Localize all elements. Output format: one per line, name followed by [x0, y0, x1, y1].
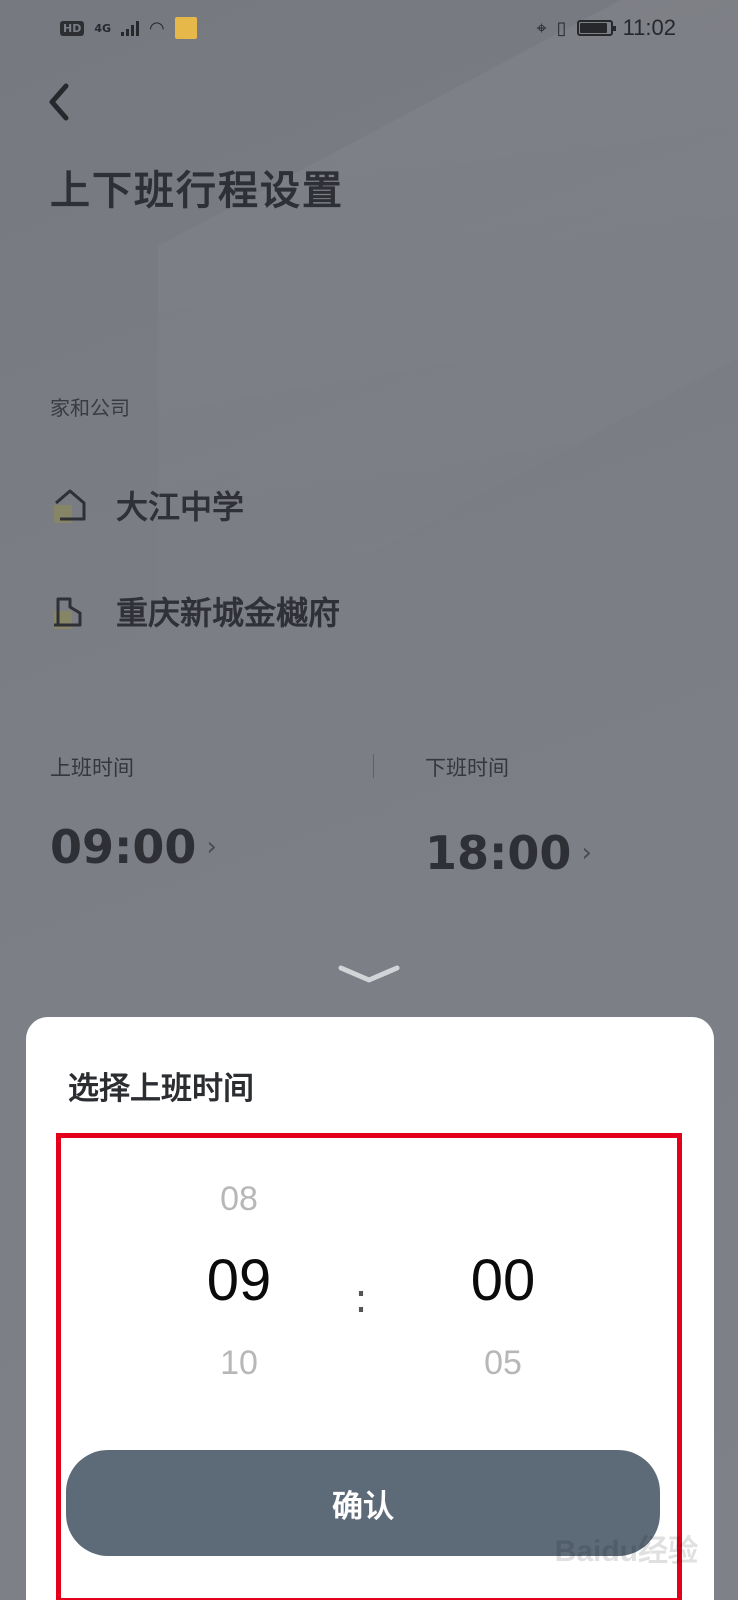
- sheet-title: 选择上班时间: [68, 1071, 254, 1107]
- hour-option-prev[interactable]: 08: [159, 1158, 319, 1240]
- signal-icon: [121, 20, 140, 36]
- work-place-name: 重庆新城金樾府: [116, 594, 341, 632]
- work-place-row[interactable]: 重庆新城金樾府: [50, 588, 340, 634]
- home-place-name: 大江中学: [116, 488, 245, 526]
- status-time: 11:02: [622, 15, 676, 40]
- location-icon: ⌖: [536, 17, 547, 39]
- app-notification-icon: [174, 17, 197, 39]
- battery-icon: [576, 20, 616, 36]
- end-time-value: 18:00: [425, 826, 572, 880]
- minute-option-next[interactable]: 05: [423, 1322, 583, 1404]
- status-right: ⌖ ▯ 11:02: [537, 15, 676, 41]
- start-time-selector[interactable]: 09:00 ›: [50, 820, 217, 874]
- time-picker-sheet: 选择上班时间 08 09 10 : 00 05 确认: [26, 1017, 714, 1600]
- section-label: 家和公司: [50, 396, 130, 420]
- minute-option-selected[interactable]: 00: [423, 1240, 583, 1322]
- hour-option-next[interactable]: 10: [159, 1322, 319, 1404]
- minute-wheel[interactable]: 00 05: [423, 1158, 583, 1404]
- watermark: Baidu经验: [554, 1535, 698, 1568]
- status-left: HD 4G ◠: [60, 17, 197, 39]
- end-time-selector[interactable]: 18:00 ›: [425, 826, 592, 880]
- start-time-value: 09:00: [50, 820, 197, 874]
- collapse-sheet-icon[interactable]: [337, 962, 401, 986]
- end-time-label: 下班时间: [425, 756, 509, 780]
- chevron-right-icon: ›: [581, 838, 592, 868]
- time-divider: [373, 754, 374, 778]
- home-place-row[interactable]: 大江中学: [50, 482, 244, 528]
- hour-option-selected[interactable]: 09: [159, 1240, 319, 1322]
- vibrate-icon: ▯: [556, 17, 567, 39]
- start-time-label: 上班时间: [50, 756, 134, 780]
- battery-fill: [579, 23, 607, 33]
- back-button[interactable]: [44, 82, 84, 126]
- status-bar: HD 4G ◠ ⌖ ▯ 11:02: [0, 0, 738, 56]
- hd-indicator: HD: [60, 20, 85, 36]
- home-icon: [50, 485, 90, 525]
- chevron-left-icon: [49, 83, 69, 121]
- cell-network-label: 4G: [94, 21, 112, 35]
- office-building-icon: [50, 591, 90, 631]
- hour-wheel[interactable]: 08 09 10: [159, 1158, 319, 1404]
- page-title: 上下班行程设置: [50, 168, 344, 214]
- wifi-icon: ◠: [149, 17, 165, 39]
- time-separator: :: [354, 1276, 368, 1322]
- background-decoration: [158, 0, 738, 667]
- chevron-right-icon: ›: [206, 832, 217, 862]
